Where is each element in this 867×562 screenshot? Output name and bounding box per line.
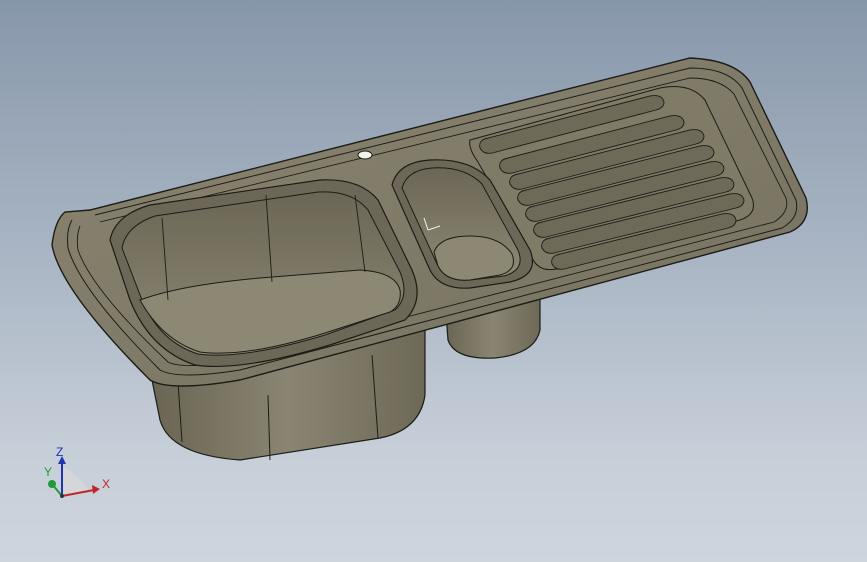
triad-origin <box>60 494 64 498</box>
tap-hole[interactable] <box>357 150 373 160</box>
coordinate-triad[interactable]: Z Y X <box>38 444 118 506</box>
x-axis-label: X <box>102 477 110 491</box>
sink-model[interactable] <box>0 0 867 562</box>
x-axis-arrow <box>92 485 100 494</box>
y-axis-label: Y <box>44 465 52 479</box>
y-axis-ball <box>48 480 56 488</box>
triad-graphic: Z Y X <box>44 445 110 498</box>
z-axis-label: Z <box>56 445 63 459</box>
3d-viewport[interactable]: Z Y X <box>0 0 867 562</box>
